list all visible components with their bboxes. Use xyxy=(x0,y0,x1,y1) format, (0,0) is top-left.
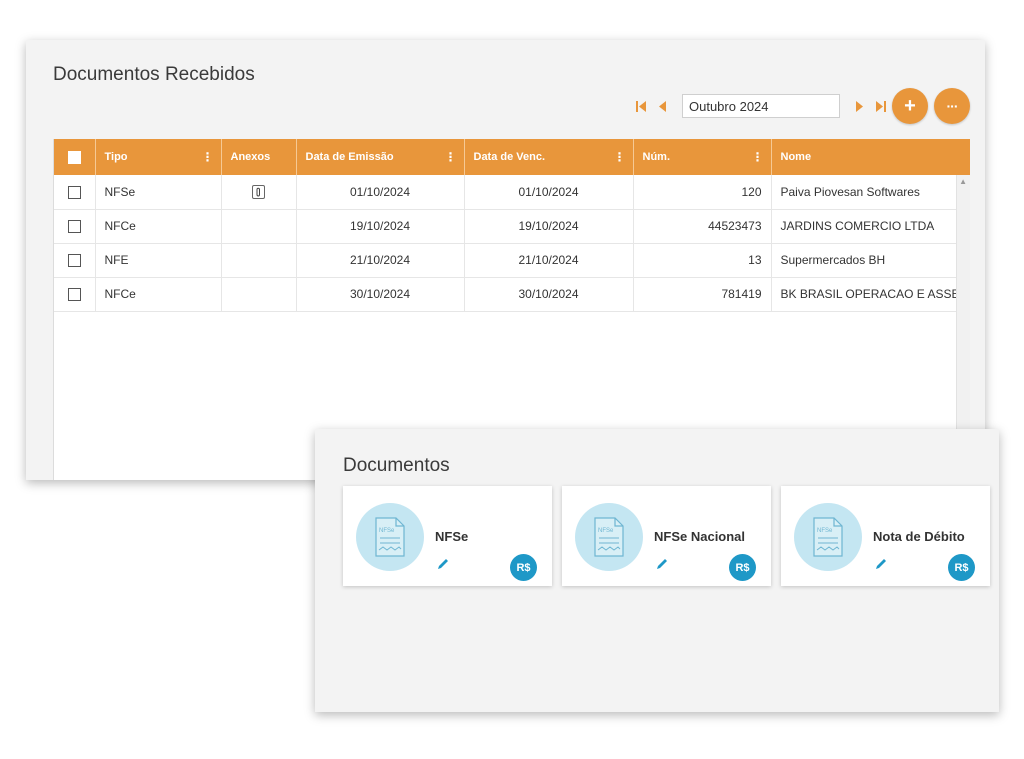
document-card-nota-debito[interactable]: NFSe Nota de Débito R$ xyxy=(781,486,990,586)
next-page-icon[interactable] xyxy=(848,95,870,117)
cell-numero: 781419 xyxy=(633,277,772,312)
svg-text:NFSe: NFSe xyxy=(598,528,614,534)
cell-tipo: NFCe xyxy=(95,209,222,244)
document-card-nfse-nacional[interactable]: NFSe NFSe Nacional R$ xyxy=(562,486,771,586)
panel-title: Documentos Recebidos xyxy=(53,64,255,85)
select-all-checkbox[interactable] xyxy=(67,150,81,164)
table-row[interactable]: NFSe 01/10/2024 01/10/2024 120 Paiva Pio… xyxy=(54,175,970,210)
row-checkbox[interactable] xyxy=(67,254,81,268)
row-select-cell xyxy=(54,175,96,210)
column-menu-icon[interactable]: ⋮ xyxy=(752,150,764,164)
pencil-icon[interactable] xyxy=(873,556,889,572)
svg-text:NFSe: NFSe xyxy=(817,528,833,534)
cell-anexos xyxy=(221,175,297,210)
attachment-icon[interactable] xyxy=(252,185,265,200)
cell-emissao: 19/10/2024 xyxy=(296,209,465,244)
row-checkbox[interactable] xyxy=(67,288,81,302)
select-all-cell xyxy=(54,139,96,175)
currency-badge[interactable]: R$ xyxy=(948,554,975,581)
column-header-vencimento[interactable]: Data de Venc. ⋮ xyxy=(464,139,634,175)
cell-vencimento: 21/10/2024 xyxy=(464,243,634,278)
period-field[interactable] xyxy=(682,94,840,118)
table-row[interactable]: NFCe 19/10/2024 19/10/2024 44523473 JARD… xyxy=(54,209,970,244)
last-page-icon[interactable] xyxy=(870,95,892,117)
received-documents-panel: Documentos Recebidos + ··· Tipo⋮ xyxy=(26,40,985,480)
document-icon: NFSe xyxy=(794,503,862,571)
cell-emissao: 01/10/2024 xyxy=(296,175,465,210)
cell-nome: Paiva Piovesan Softwares xyxy=(771,175,970,210)
cell-nome: JARDINS COMERCIO LTDA xyxy=(771,209,970,244)
cell-numero: 13 xyxy=(633,243,772,278)
row-select-cell xyxy=(54,277,96,312)
cell-nome: BK BRASIL OPERACAO E ASSESSORIA xyxy=(771,277,970,312)
document-card-nfse[interactable]: NFSe NFSe R$ xyxy=(343,486,552,586)
cell-tipo: NFCe xyxy=(95,277,222,312)
period-pager xyxy=(630,88,892,124)
panel-title: Documentos xyxy=(343,455,450,476)
cell-anexos xyxy=(221,277,297,312)
currency-badge[interactable]: R$ xyxy=(729,554,756,581)
column-menu-icon[interactable]: ⋮ xyxy=(202,150,214,164)
cell-anexos xyxy=(221,209,297,244)
cell-nome: Supermercados BH xyxy=(771,243,970,278)
row-checkbox[interactable] xyxy=(67,220,81,234)
column-header-emissao[interactable]: Data de Emissão ⋮ xyxy=(296,139,465,175)
cell-emissao: 30/10/2024 xyxy=(296,277,465,312)
cell-vencimento: 01/10/2024 xyxy=(464,175,634,210)
documents-panel: Documentos NFSe NFSe R$ NFSe NFSe Nacion… xyxy=(315,429,999,712)
cell-vencimento: 30/10/2024 xyxy=(464,277,634,312)
column-menu-icon[interactable]: ⋮ xyxy=(445,150,457,164)
row-select-cell xyxy=(54,243,96,278)
previous-page-icon[interactable] xyxy=(652,95,674,117)
column-header-tipo[interactable]: Tipo ⋮ xyxy=(95,139,222,175)
document-icon: NFSe xyxy=(575,503,643,571)
row-checkbox[interactable] xyxy=(67,185,81,199)
svg-text:NFSe: NFSe xyxy=(379,528,395,534)
cell-numero: 44523473 xyxy=(633,209,772,244)
card-label: Nota de Débito xyxy=(873,529,965,544)
cell-numero: 120 xyxy=(633,175,772,210)
more-options-button[interactable]: ··· xyxy=(934,88,970,124)
column-menu-icon[interactable]: ⋮ xyxy=(614,150,626,164)
cell-emissao: 21/10/2024 xyxy=(296,243,465,278)
pencil-icon[interactable] xyxy=(654,556,670,572)
column-header-numero[interactable]: Núm. ⋮ xyxy=(633,139,772,175)
card-label: NFSe Nacional xyxy=(654,529,746,544)
first-page-icon[interactable] xyxy=(630,95,652,117)
cell-vencimento: 19/10/2024 xyxy=(464,209,634,244)
table-header-row: Tipo ⋮ Anexos Data de Emissão ⋮ Data de Ve… xyxy=(54,139,970,175)
cell-tipo: NFSe xyxy=(95,175,222,210)
scroll-up-icon[interactable]: ▲ xyxy=(959,177,967,186)
column-header-nome[interactable]: Nome xyxy=(771,139,970,175)
cell-tipo: NFE xyxy=(95,243,222,278)
row-select-cell xyxy=(54,209,96,244)
column-header-anexos[interactable]: Anexos xyxy=(221,139,297,175)
table-row[interactable]: NFE 21/10/2024 21/10/2024 13 Supermercad… xyxy=(54,243,970,278)
document-icon: NFSe xyxy=(356,503,424,571)
pencil-icon[interactable] xyxy=(435,556,451,572)
add-button[interactable]: + xyxy=(892,88,928,124)
card-label: NFSe xyxy=(435,529,469,544)
currency-badge[interactable]: R$ xyxy=(510,554,537,581)
table-row[interactable]: NFCe 30/10/2024 30/10/2024 781419 BK BRA… xyxy=(54,277,970,312)
cell-anexos xyxy=(221,243,297,278)
